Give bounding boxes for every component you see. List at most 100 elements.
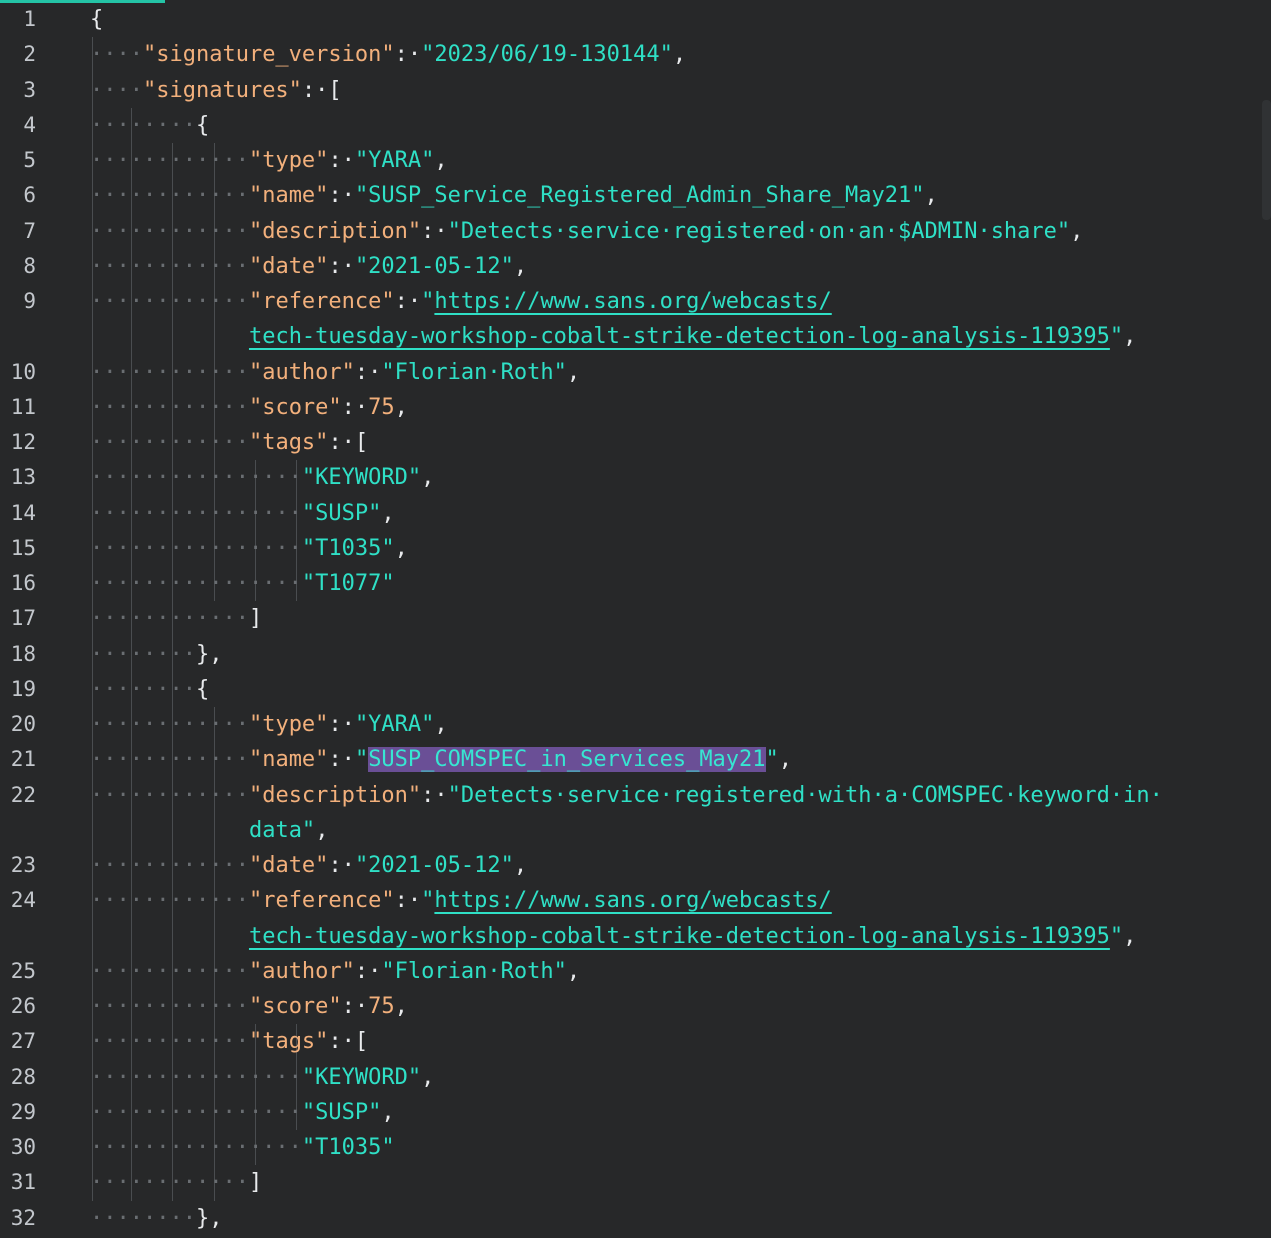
whitespace-marker: ············ bbox=[90, 853, 249, 878]
whitespace-marker: ················ bbox=[90, 571, 302, 596]
line-content: ············"name":·"SUSP_COMSPEC_in_Ser… bbox=[90, 742, 792, 777]
json-string: "T1035" bbox=[301, 1135, 395, 1160]
code-line[interactable]: 21 ············"name":·"SUSP_COMSPEC_in_S… bbox=[0, 742, 1271, 777]
line-number: 19 bbox=[10, 676, 36, 701]
punctuation: :· bbox=[394, 888, 422, 914]
url-link[interactable]: https://www.sans.org/webcasts/ bbox=[434, 888, 831, 913]
line-number: 9 bbox=[23, 289, 36, 313]
json-key: "name" bbox=[248, 183, 329, 209]
punctuation: , bbox=[315, 817, 329, 843]
whitespace-marker: ············ bbox=[90, 148, 249, 173]
punctuation: ] bbox=[248, 1170, 263, 1196]
code-line[interactable]: 15 ················"T1035", bbox=[0, 531, 1271, 566]
line-content: ········}, bbox=[90, 637, 222, 672]
json-key: "date" bbox=[248, 853, 329, 878]
code-line[interactable]: tech-tuesday-workshop-cobalt-strike-dete… bbox=[0, 919, 1271, 954]
code-line[interactable]: 6 ············"name":·"SUSP_Service_Regis… bbox=[0, 178, 1271, 213]
code-line[interactable]: 24 ············"reference":·"https://www.… bbox=[0, 883, 1271, 918]
json-string: " bbox=[765, 747, 779, 773]
code-line[interactable]: 8 ············"date":·"2021-05-12", bbox=[0, 249, 1271, 284]
code-line[interactable]: tech-tuesday-workshop-cobalt-strike-dete… bbox=[0, 319, 1271, 354]
code-line[interactable]: 7 ············"description":·"Detects·ser… bbox=[0, 214, 1271, 249]
url-link[interactable]: tech-tuesday-workshop-cobalt-strike-dete… bbox=[249, 924, 1110, 949]
punctuation: }, bbox=[195, 641, 223, 667]
json-key: "reference" bbox=[248, 888, 395, 914]
line-content: ····"signatures":·[ bbox=[90, 73, 342, 108]
json-string: "2021-05-12" bbox=[354, 853, 514, 878]
line-number: 23 bbox=[10, 853, 36, 877]
whitespace-marker: ················ bbox=[90, 500, 302, 526]
punctuation: :· bbox=[328, 853, 355, 878]
punctuation: :· bbox=[421, 218, 448, 244]
line-number: 17 bbox=[10, 606, 36, 631]
line-number: 20 bbox=[10, 712, 36, 736]
punctuation: :· bbox=[341, 994, 369, 1019]
code-line[interactable]: 30 ················"T1035" bbox=[0, 1130, 1271, 1165]
code-line[interactable]: 25 ············"author":·"Florian·Roth", bbox=[0, 954, 1271, 989]
punctuation: }, bbox=[195, 1205, 223, 1231]
json-key: "description" bbox=[248, 218, 422, 244]
code-line[interactable]: 27 ············"tags":·[ bbox=[0, 1024, 1271, 1059]
code-line[interactable]: 13 ················"KEYWORD", bbox=[0, 460, 1271, 495]
code-line[interactable]: 20 ············"type":·"YARA", bbox=[0, 707, 1271, 742]
code-line[interactable]: 17 ············] bbox=[0, 601, 1271, 636]
line-number: 10 bbox=[10, 359, 36, 384]
scrollbar-thumb[interactable] bbox=[1262, 100, 1271, 220]
punctuation: { bbox=[195, 112, 210, 138]
code-line[interactable]: 12 ············"tags":·[ bbox=[0, 425, 1271, 460]
code-line[interactable]: 14 ················"SUSP", bbox=[0, 496, 1271, 531]
code-line[interactable]: 9 ············"reference":·"https://www.s… bbox=[0, 284, 1271, 319]
punctuation: , bbox=[778, 747, 793, 773]
line-number: 27 bbox=[10, 1029, 36, 1054]
line-content: ················"KEYWORD", bbox=[90, 1060, 434, 1095]
code-line[interactable]: 11 ············"score":·75, bbox=[0, 390, 1271, 425]
code-line[interactable]: 26 ············"score":·75, bbox=[0, 989, 1271, 1024]
whitespace-marker bbox=[90, 324, 249, 349]
code-line[interactable]: 16 ················"T1077" bbox=[0, 566, 1271, 601]
code-line[interactable]: 4 ········{ bbox=[0, 108, 1271, 143]
code-line[interactable]: 32 ········}, bbox=[0, 1201, 1271, 1236]
json-string: "T1035" bbox=[301, 535, 395, 561]
json-key: "score" bbox=[248, 994, 342, 1019]
code-line[interactable]: data", bbox=[0, 813, 1271, 848]
code-line[interactable]: 10 ············"author":·"Florian·Roth", bbox=[0, 355, 1271, 390]
code-line[interactable]: 28 ················"KEYWORD", bbox=[0, 1060, 1271, 1095]
code-line[interactable]: 18 ········}, bbox=[0, 637, 1271, 672]
code-line[interactable]: 5 ············"type":·"YARA", bbox=[0, 143, 1271, 178]
code-line[interactable]: 2 ····"signature_version":·"2023/06/19-13… bbox=[0, 37, 1271, 72]
code-line[interactable]: 29 ················"SUSP", bbox=[0, 1095, 1271, 1130]
line-content: ················"T1035" bbox=[90, 1130, 395, 1165]
url-link[interactable]: tech-tuesday-workshop-cobalt-strike-dete… bbox=[249, 324, 1110, 349]
punctuation: :· bbox=[421, 782, 448, 808]
json-string: "YARA" bbox=[354, 148, 435, 173]
whitespace-marker: ············ bbox=[90, 430, 249, 455]
code-line[interactable]: 22 ············"description":·"Detects·se… bbox=[0, 778, 1271, 813]
whitespace-marker: ················ bbox=[90, 1135, 302, 1160]
code-line[interactable]: 19 ········{ bbox=[0, 672, 1271, 707]
code-line[interactable]: 31 ············] bbox=[0, 1165, 1271, 1200]
line-number: 8 bbox=[23, 253, 36, 278]
whitespace-marker: ················ bbox=[90, 1064, 302, 1090]
punctuation: , bbox=[394, 994, 408, 1019]
json-string: "SUSP_Service_Registered_Admin_Share_May… bbox=[354, 183, 925, 209]
punctuation: , bbox=[421, 1064, 435, 1090]
url-link[interactable]: https://www.sans.org/webcasts/ bbox=[434, 289, 831, 314]
code-line[interactable]: 3 ····"signatures":·[ bbox=[0, 73, 1271, 108]
line-number: 12 bbox=[10, 430, 36, 454]
line-number: 4 bbox=[23, 112, 36, 137]
json-key: "date" bbox=[248, 253, 329, 279]
punctuation: :·[ bbox=[328, 1029, 369, 1055]
line-content: ············"date":·"2021-05-12", bbox=[90, 848, 527, 883]
whitespace-marker bbox=[90, 818, 249, 843]
code-editor[interactable]: 1{2 ····"signature_version":·"2023/06/19-… bbox=[0, 0, 1271, 1238]
json-key: "type" bbox=[248, 148, 329, 173]
line-content: ················"T1077" bbox=[90, 566, 395, 601]
code-line[interactable]: 23 ············"date":·"2021-05-12", bbox=[0, 848, 1271, 883]
json-key: "name" bbox=[248, 747, 329, 773]
line-number: 32 bbox=[10, 1205, 36, 1230]
line-number: 1 bbox=[23, 7, 36, 31]
line-content: ············"reference":·"https://www.sa… bbox=[90, 883, 832, 918]
line-content: tech-tuesday-workshop-cobalt-strike-dete… bbox=[90, 319, 1136, 354]
code-line[interactable]: 1{ bbox=[0, 2, 1271, 37]
json-string: "SUSP" bbox=[301, 1099, 382, 1125]
